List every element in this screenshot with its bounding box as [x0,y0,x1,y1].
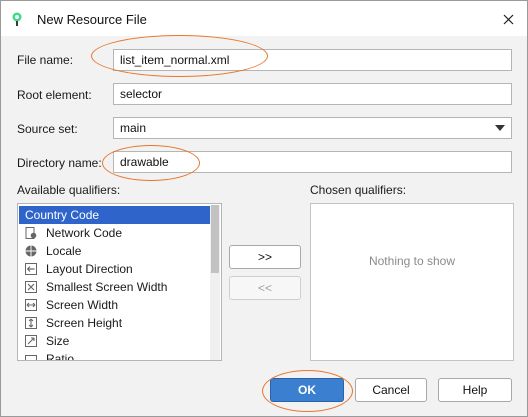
layout-direction-icon [25,263,37,275]
screen-height-icon [25,317,37,329]
directory-name-label: Directory name: [17,156,102,170]
source-set-label: Source set: [17,122,78,136]
qualifier-label: Locale [46,244,82,258]
qualifier-label: Country Code [25,208,100,222]
available-qualifiers-list[interactable]: Country Code Network Code Locale Layout … [17,203,222,361]
directory-name-input[interactable]: drawable [113,151,512,173]
file-name-label: File name: [17,53,74,67]
empty-state-text: Nothing to show [368,254,456,268]
smallest-width-icon [25,281,37,293]
qualifier-label: Screen Width [46,298,119,312]
qualifier-label: Ratio [46,352,75,361]
chosen-qualifiers-label: Chosen qualifiers: [310,183,407,197]
source-set-value: main [120,121,147,135]
qualifiers-scrollbar[interactable] [210,205,220,360]
ratio-icon [25,355,37,360]
globe-icon [25,245,37,257]
source-set-dropdown[interactable]: main [113,117,512,139]
file-name-input[interactable]: list_item_normal.xml [113,49,512,71]
dialog-title: New Resource File [37,12,147,27]
size-icon [25,335,37,347]
android-studio-icon [12,12,22,26]
qualifier-label: Network Code [46,226,123,240]
chevron-down-icon [495,125,505,131]
qualifier-size[interactable]: Size [19,332,210,350]
remove-qualifier-button[interactable]: << [229,276,301,300]
new-resource-file-dialog: New Resource File File name: list_item_n… [0,0,528,417]
qualifier-label: Screen Height [46,316,123,330]
root-element-input[interactable]: selector [113,83,512,105]
ok-button[interactable]: OK [270,378,344,402]
qualifier-locale[interactable]: Locale [19,242,210,260]
cancel-button[interactable]: Cancel [355,378,427,402]
add-qualifier-button[interactable]: >> [229,245,301,269]
qualifier-screen-width[interactable]: Screen Width [19,296,210,314]
qualifier-layout-direction[interactable]: Layout Direction [19,260,210,278]
chosen-qualifiers-list[interactable]: Nothing to show [310,203,514,361]
qualifier-screen-height[interactable]: Screen Height [19,314,210,332]
title-bar: New Resource File [1,1,527,36]
network-code-icon [25,227,37,239]
close-button[interactable] [495,7,521,31]
qualifier-label: Size [46,334,70,348]
qualifier-label: Smallest Screen Width [46,280,168,294]
screen-width-icon [25,299,37,311]
help-button[interactable]: Help [438,378,512,402]
qualifier-ratio[interactable]: Ratio [19,350,210,361]
root-element-label: Root element: [17,88,92,102]
qualifier-network-code[interactable]: Network Code [19,224,210,242]
qualifier-smallest-screen-width[interactable]: Smallest Screen Width [19,278,210,296]
qualifier-country-code[interactable]: Country Code [19,206,210,224]
scrollbar-thumb[interactable] [211,205,219,273]
available-qualifiers-label: Available qualifiers: [17,183,121,197]
close-icon [503,14,513,24]
qualifier-label: Layout Direction [46,262,133,276]
